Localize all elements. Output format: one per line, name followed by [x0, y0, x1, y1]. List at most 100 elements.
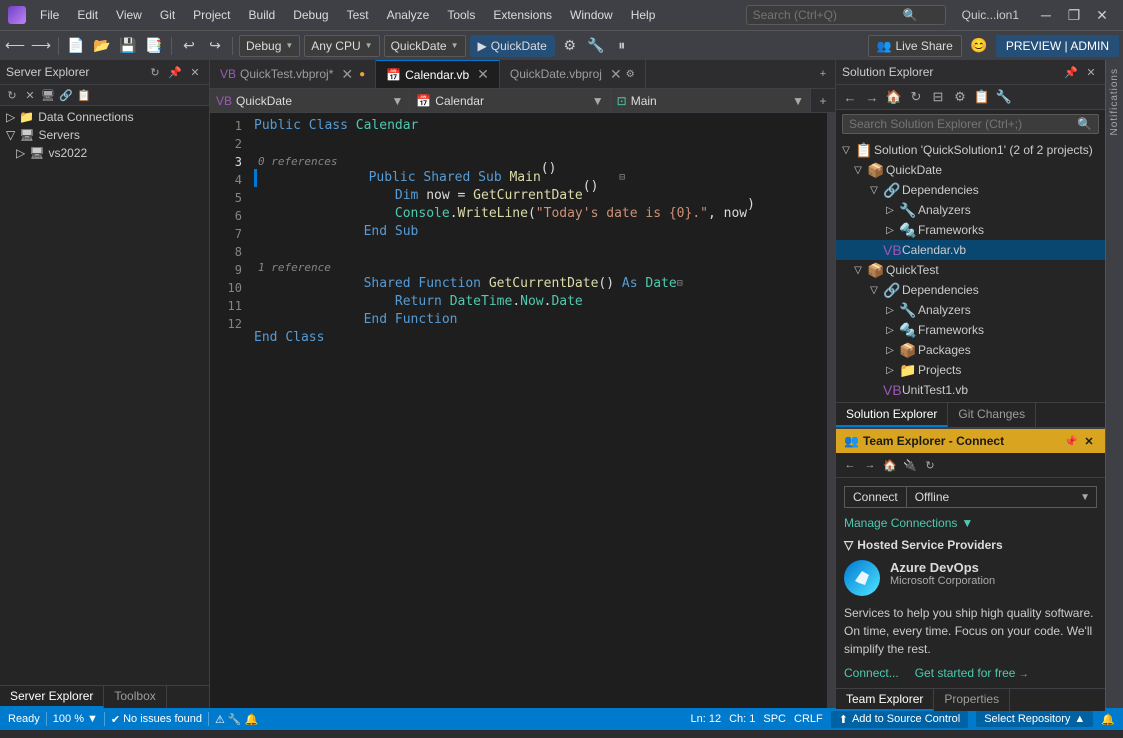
- te-back-icon[interactable]: ←: [842, 457, 858, 473]
- namespace-selector[interactable]: VB QuickDate ▼: [210, 89, 410, 112]
- se-filter-icon[interactable]: 🔗: [58, 87, 74, 103]
- tab-properties[interactable]: Properties: [934, 689, 1010, 711]
- debug-mode-dropdown[interactable]: Debug ▼: [239, 35, 300, 57]
- sol-root[interactable]: ▽ 📋 Solution 'QuickSolution1' (2 of 2 pr…: [836, 140, 1105, 160]
- se-properties-icon[interactable]: 📋: [76, 87, 92, 103]
- sol-filter-icon[interactable]: ⚙: [950, 87, 970, 107]
- te-connect-link[interactable]: Connect...: [844, 666, 899, 680]
- menu-build[interactable]: Build: [241, 6, 284, 24]
- menu-extensions[interactable]: Extensions: [485, 6, 560, 24]
- add-to-source-control-button[interactable]: ⬆ Add to Source Control: [831, 711, 968, 728]
- method-selector[interactable]: ⊡ Main ▼: [611, 89, 811, 112]
- run-button[interactable]: ▶ QuickDate: [470, 35, 555, 57]
- code-editor[interactable]: 1 2 3 4 5 6 7 8 9 10 11 12 Public Class: [210, 113, 835, 708]
- solution-search-box[interactable]: 🔍: [842, 114, 1099, 134]
- te-get-started-link[interactable]: Get started for free →: [915, 666, 1029, 680]
- se-close-icon[interactable]: ✕: [187, 64, 203, 80]
- status-crlf[interactable]: CRLF: [794, 713, 823, 725]
- te-pin-icon[interactable]: 📌: [1063, 433, 1079, 449]
- se-browse-icon[interactable]: 🖥: [40, 87, 56, 103]
- menu-analyze[interactable]: Analyze: [379, 6, 438, 24]
- back-button[interactable]: ⟵: [4, 35, 26, 57]
- toolbar-extra-2[interactable]: 🔧: [585, 35, 607, 57]
- menu-test[interactable]: Test: [339, 6, 377, 24]
- se-stop-icon[interactable]: ✕: [22, 87, 38, 103]
- menu-bar[interactable]: File Edit View Git Project Build Debug T…: [32, 6, 663, 24]
- tree-item-servers[interactable]: ▽ 🖥 Servers: [0, 126, 209, 144]
- tab-server-explorer[interactable]: Server Explorer: [0, 686, 104, 708]
- startup-project-dropdown[interactable]: QuickDate ▼: [384, 35, 466, 57]
- feedback-button[interactable]: 😊: [968, 35, 990, 57]
- menu-file[interactable]: File: [32, 6, 67, 24]
- menu-window[interactable]: Window: [562, 6, 621, 24]
- editor-new-tab-icon[interactable]: +: [815, 66, 831, 82]
- menu-tools[interactable]: Tools: [439, 6, 483, 24]
- sol-collapse-icon[interactable]: ⊟: [928, 87, 948, 107]
- se-pin-icon[interactable]: 📌: [167, 64, 183, 80]
- live-share-button[interactable]: 👥 Live Share: [868, 35, 962, 57]
- menu-debug[interactable]: Debug: [285, 6, 336, 24]
- notifications-bell-icon[interactable]: 🔔: [1101, 713, 1115, 726]
- sol-pin-icon[interactable]: 📌: [1063, 64, 1079, 80]
- te-home-icon[interactable]: 🏠: [882, 457, 898, 473]
- title-search-box[interactable]: 🔍: [746, 5, 946, 25]
- tab-quicktest-vbproj[interactable]: VB QuickTest.vbproj* ✕: [210, 60, 376, 88]
- menu-edit[interactable]: Edit: [69, 6, 106, 24]
- sol-settings-icon[interactable]: 🔧: [994, 87, 1014, 107]
- close-button[interactable]: ✕: [1089, 4, 1115, 26]
- sol-quickdate[interactable]: ▽ 📦 QuickDate: [836, 160, 1105, 180]
- fold-icon-8[interactable]: ⊟: [677, 275, 683, 293]
- te-connect-server-icon[interactable]: 🔌: [902, 457, 918, 473]
- menu-view[interactable]: View: [108, 6, 150, 24]
- menu-project[interactable]: Project: [185, 6, 238, 24]
- sol-unittest1-vb[interactable]: VB UnitTest1.vb: [836, 380, 1105, 400]
- te-status-dropdown[interactable]: ▼: [1074, 489, 1096, 506]
- te-close-icon[interactable]: ✕: [1081, 433, 1097, 449]
- sol-frameworks-2[interactable]: ▷ 🔩 Frameworks: [836, 320, 1105, 340]
- solution-search-input[interactable]: [849, 117, 1077, 131]
- toolbar-extra-3[interactable]: ⏸: [611, 35, 633, 57]
- select-repository-button[interactable]: Select Repository ▲: [976, 711, 1093, 727]
- redo-button[interactable]: ↪: [204, 35, 226, 57]
- open-button[interactable]: 📂: [91, 35, 113, 57]
- se-sync-icon[interactable]: ↻: [147, 64, 163, 80]
- manage-connections-link[interactable]: Manage Connections ▼: [844, 516, 1097, 530]
- status-zoom[interactable]: 100 % ▼: [53, 713, 98, 725]
- preview-admin-button[interactable]: PREVIEW | ADMIN: [996, 35, 1119, 57]
- sol-projects[interactable]: ▷ 📁 Projects: [836, 360, 1105, 380]
- platform-dropdown[interactable]: Any CPU ▼: [304, 35, 379, 57]
- forward-button[interactable]: ⟶: [30, 35, 52, 57]
- tree-item-data-connections[interactable]: ▷ 📁 Data Connections: [0, 108, 209, 126]
- sol-home-icon[interactable]: 🏠: [884, 87, 904, 107]
- sol-analyzers-2[interactable]: ▷ 🔧 Analyzers: [836, 300, 1105, 320]
- tree-item-vs2022[interactable]: ▷ 🖥 vs2022: [0, 144, 209, 162]
- menu-help[interactable]: Help: [623, 6, 664, 24]
- te-refresh-icon[interactable]: ↻: [922, 457, 938, 473]
- minimize-button[interactable]: ─: [1033, 4, 1059, 26]
- sol-packages[interactable]: ▷ 📦 Packages: [836, 340, 1105, 360]
- toolbar-extra-1[interactable]: ⚙: [559, 35, 581, 57]
- sol-forward-icon[interactable]: →: [862, 87, 882, 107]
- tab-git-changes[interactable]: Git Changes: [948, 403, 1036, 427]
- sol-quicktest[interactable]: ▽ 📦 QuickTest: [836, 260, 1105, 280]
- new-file-button[interactable]: 📄: [65, 35, 87, 57]
- title-search-input[interactable]: [753, 8, 903, 22]
- tab-calendar-vb[interactable]: 📅 Calendar.vb ✕: [376, 60, 500, 88]
- se-add-icon[interactable]: ↻: [4, 87, 20, 103]
- sol-calendar-vb[interactable]: VB Calendar.vb: [836, 240, 1105, 260]
- save-button[interactable]: 💾: [117, 35, 139, 57]
- tab-quickdate-vbproj[interactable]: QuickDate.vbproj ✕ ⚙: [500, 60, 646, 88]
- sol-frameworks-1[interactable]: ▷ 🔩 Frameworks: [836, 220, 1105, 240]
- sol-qt-deps[interactable]: ▽ 🔗 Dependencies: [836, 280, 1105, 300]
- menu-git[interactable]: Git: [152, 6, 183, 24]
- restore-button[interactable]: ❐: [1061, 4, 1087, 26]
- sol-close-icon[interactable]: ✕: [1083, 64, 1099, 80]
- tab-close-quicktest[interactable]: ✕: [341, 66, 353, 83]
- sol-analyzers-1[interactable]: ▷ 🔧 Analyzers: [836, 200, 1105, 220]
- save-all-button[interactable]: 📑: [143, 35, 165, 57]
- class-selector[interactable]: 📅 Calendar ▼: [410, 89, 610, 112]
- code-content[interactable]: Public Class Calendar 0 references Publi…: [246, 113, 827, 708]
- tab-toolbox[interactable]: Toolbox: [104, 686, 166, 708]
- sol-qd-deps[interactable]: ▽ 🔗 Dependencies: [836, 180, 1105, 200]
- sol-back-icon[interactable]: ←: [840, 87, 860, 107]
